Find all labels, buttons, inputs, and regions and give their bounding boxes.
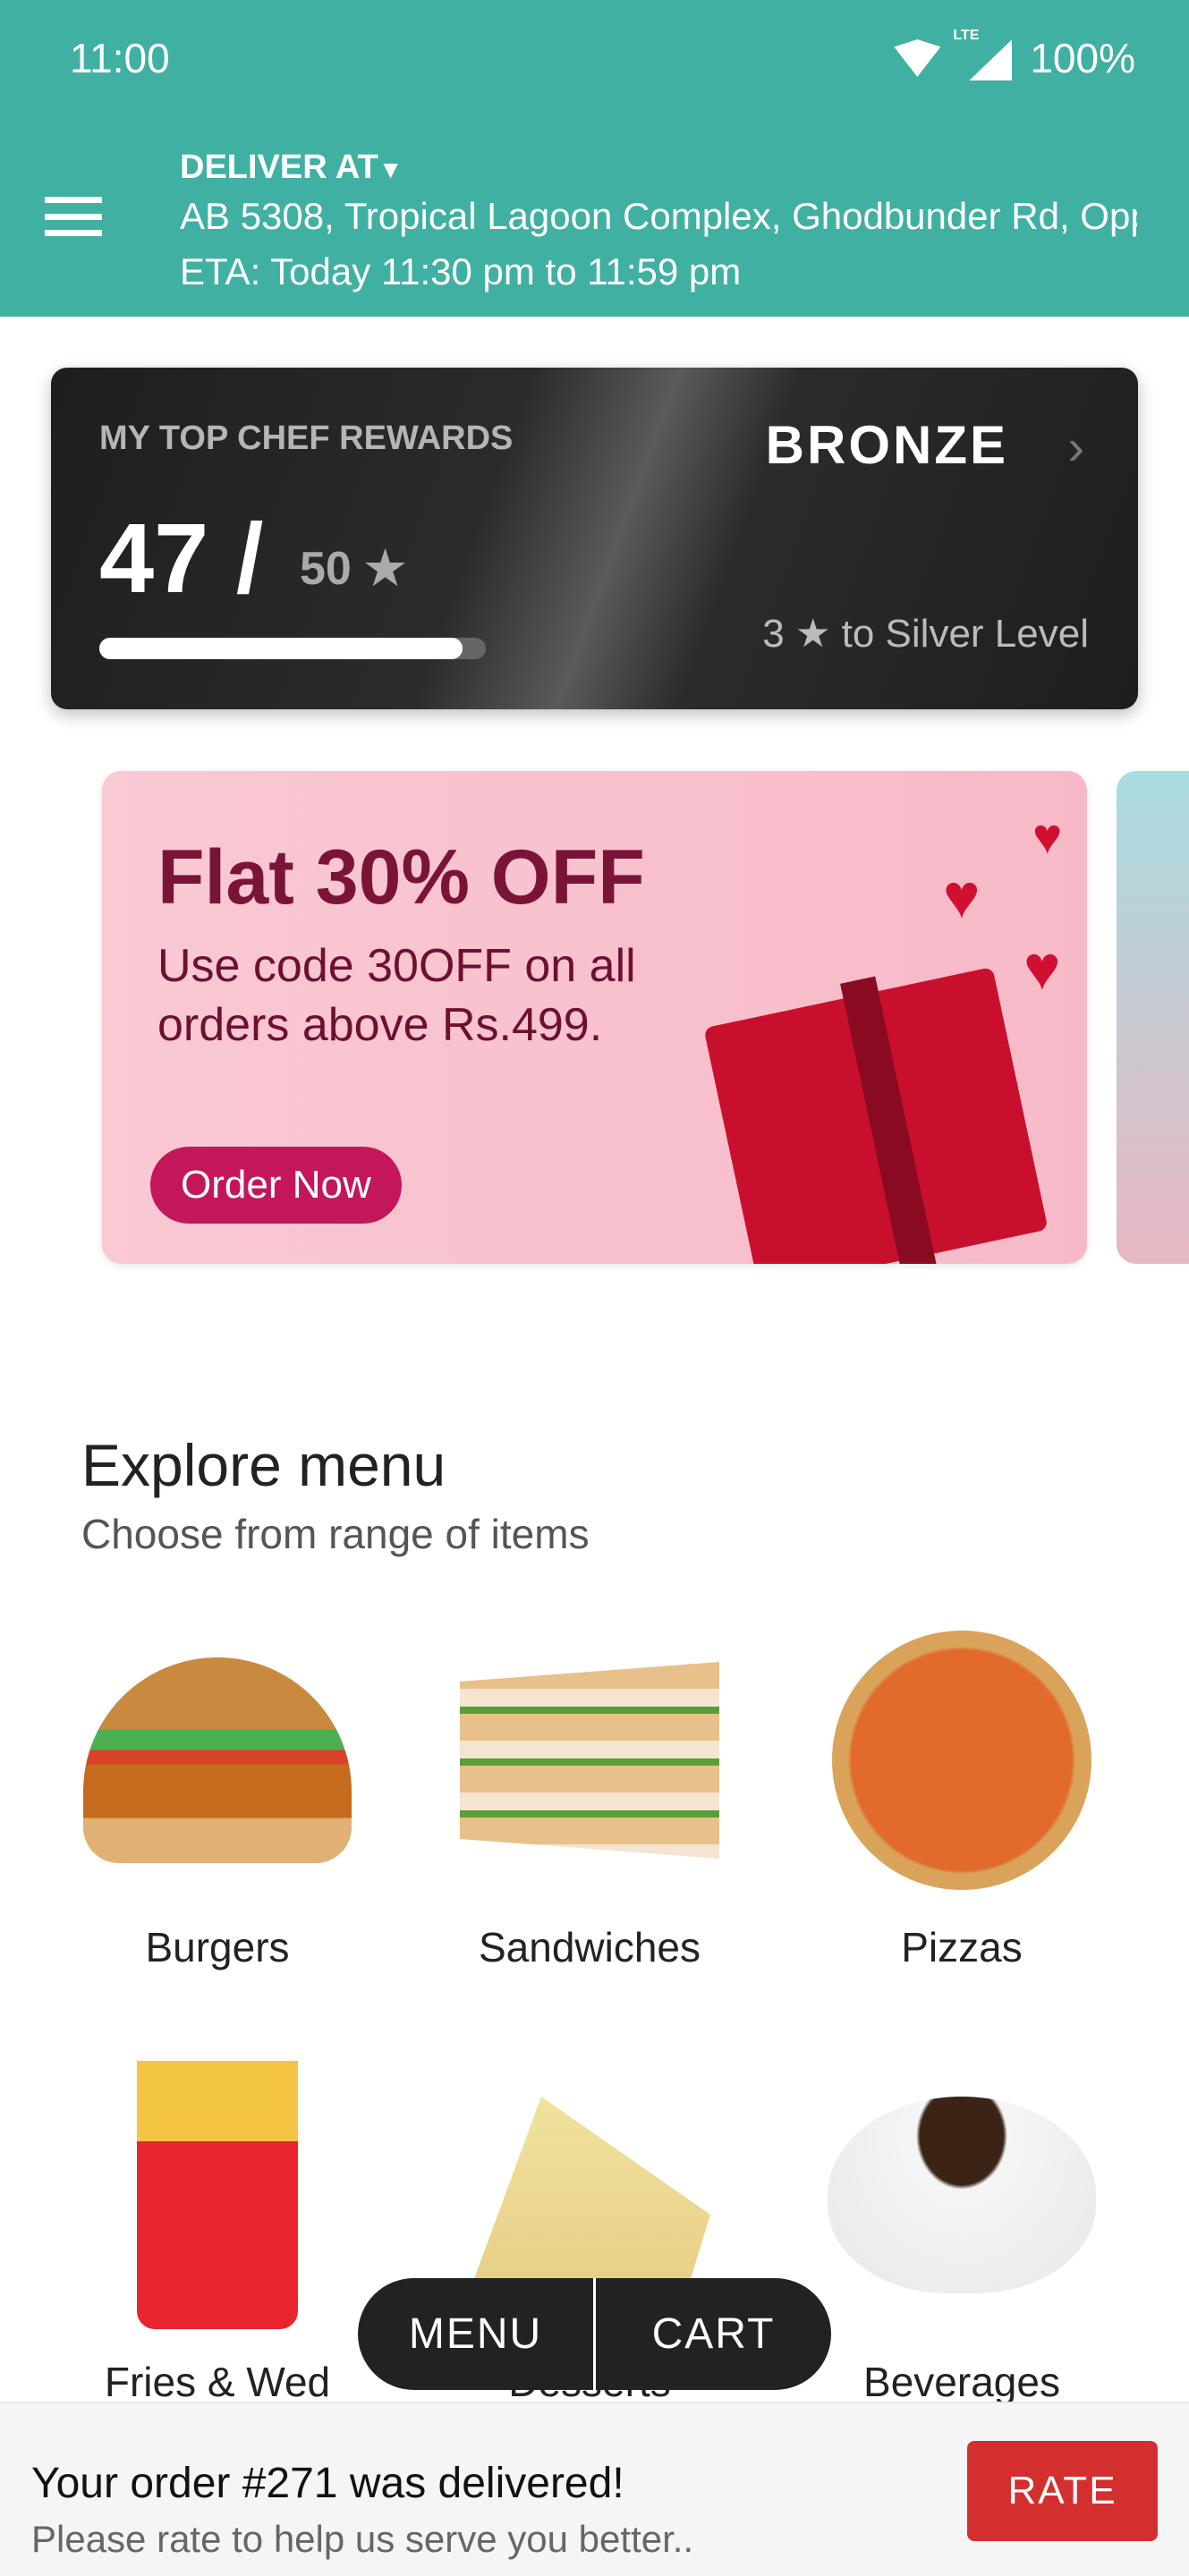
heart-icon: ♥ [943, 861, 981, 931]
rewards-max-value: 50 [300, 543, 352, 595]
heart-icon: ♥ [1023, 933, 1061, 1003]
status-time: 11:00 [70, 35, 170, 81]
progress-fill [99, 638, 463, 659]
category-sandwiches[interactable]: Sandwiches [451, 1617, 728, 1971]
coffee-cup-image [828, 2052, 1096, 2338]
order-status-title: Your order #271 was delivered! [31, 2460, 624, 2507]
bottom-nav-pill: MENU CART [358, 2278, 831, 2390]
star-icon: ★ [794, 612, 831, 656]
hamburger-menu-icon[interactable] [45, 197, 102, 236]
category-pizzas[interactable]: Pizzas [823, 1617, 1100, 1971]
eta-text: ETA: Today 11:30 pm to 11:59 pm [180, 250, 742, 292]
promo-banner[interactable]: ♥ ♥ ♥ Flat 30% OFF Use code 30OFF on all… [102, 771, 1087, 1264]
promo-title: Flat 30% OFF [157, 835, 645, 920]
status-icons: LTE 100% [894, 29, 1135, 82]
category-label: Beverages [863, 2359, 1060, 2405]
order-now-button[interactable]: Order Now [150, 1147, 402, 1224]
rate-button[interactable]: RATE [967, 2441, 1158, 2541]
menu-button[interactable]: MENU [358, 2278, 593, 2390]
promo-subtitle: Use code 30OFF on all orders above Rs.49… [157, 940, 636, 1051]
deliver-label: DELIVER AT [180, 148, 378, 186]
cart-button[interactable]: CART [596, 2278, 831, 2390]
category-label: Fries & Wed [104, 2359, 331, 2405]
rewards-tier: BRONZE [765, 415, 1008, 475]
pizza-image [828, 1617, 1096, 1903]
burger-image [83, 1617, 352, 1903]
order-status-subtitle: Please rate to help us serve you better.… [31, 2518, 694, 2560]
category-fries[interactable]: Fries & Wed [79, 2052, 356, 2406]
rewards-points: 47 / [99, 504, 264, 614]
category-label: Pizzas [901, 1924, 1023, 1970]
rewards-title: MY TOP CHEF REWARDS [99, 419, 514, 457]
order-delivered-bar: Your order #271 was delivered! Please ra… [0, 2402, 1189, 2576]
promo-banner-next[interactable] [1117, 771, 1189, 1264]
wifi-icon [894, 39, 941, 77]
signal-bars-icon [969, 39, 1013, 80]
category-label: Sandwiches [478, 1924, 701, 1970]
next-level-text: 3 ★ to Silver Level [762, 611, 1089, 657]
category-label: Burgers [145, 1924, 290, 1970]
sandwich-image [455, 1617, 724, 1903]
category-beverages[interactable]: Beverages [823, 2052, 1100, 2406]
lte-signal-icon: LTE [953, 29, 1013, 80]
deliver-at-dropdown[interactable]: DELIVER AT▼ [180, 148, 403, 187]
heart-icon: ♥ [1032, 808, 1063, 864]
next-level-label: to Silver Level [841, 612, 1089, 656]
app-header: 11:00 LTE 100% DELIVER AT▼ AB 5308, Trop… [0, 0, 1189, 317]
network-type: LTE [953, 28, 980, 43]
caret-down-icon: ▼ [378, 156, 403, 183]
category-burgers[interactable]: Burgers [79, 1617, 356, 1971]
fries-image [83, 2052, 352, 2338]
rewards-progress-bar [99, 638, 486, 659]
rewards-max: 50 ★ [300, 542, 406, 596]
next-count: 3 [762, 612, 785, 656]
explore-title: Explore menu [81, 1432, 446, 1498]
chevron-right-icon[interactable]: › [1067, 418, 1084, 476]
star-icon: ★ [364, 543, 406, 595]
delivery-address[interactable]: AB 5308, Tropical Lagoon Complex, Ghodbu… [180, 195, 1137, 238]
rewards-card[interactable]: MY TOP CHEF REWARDS BRONZE › 47 / 50 ★ 3… [51, 368, 1138, 709]
battery-level: 100% [1030, 35, 1135, 81]
explore-subtitle: Choose from range of items [81, 1511, 590, 1557]
